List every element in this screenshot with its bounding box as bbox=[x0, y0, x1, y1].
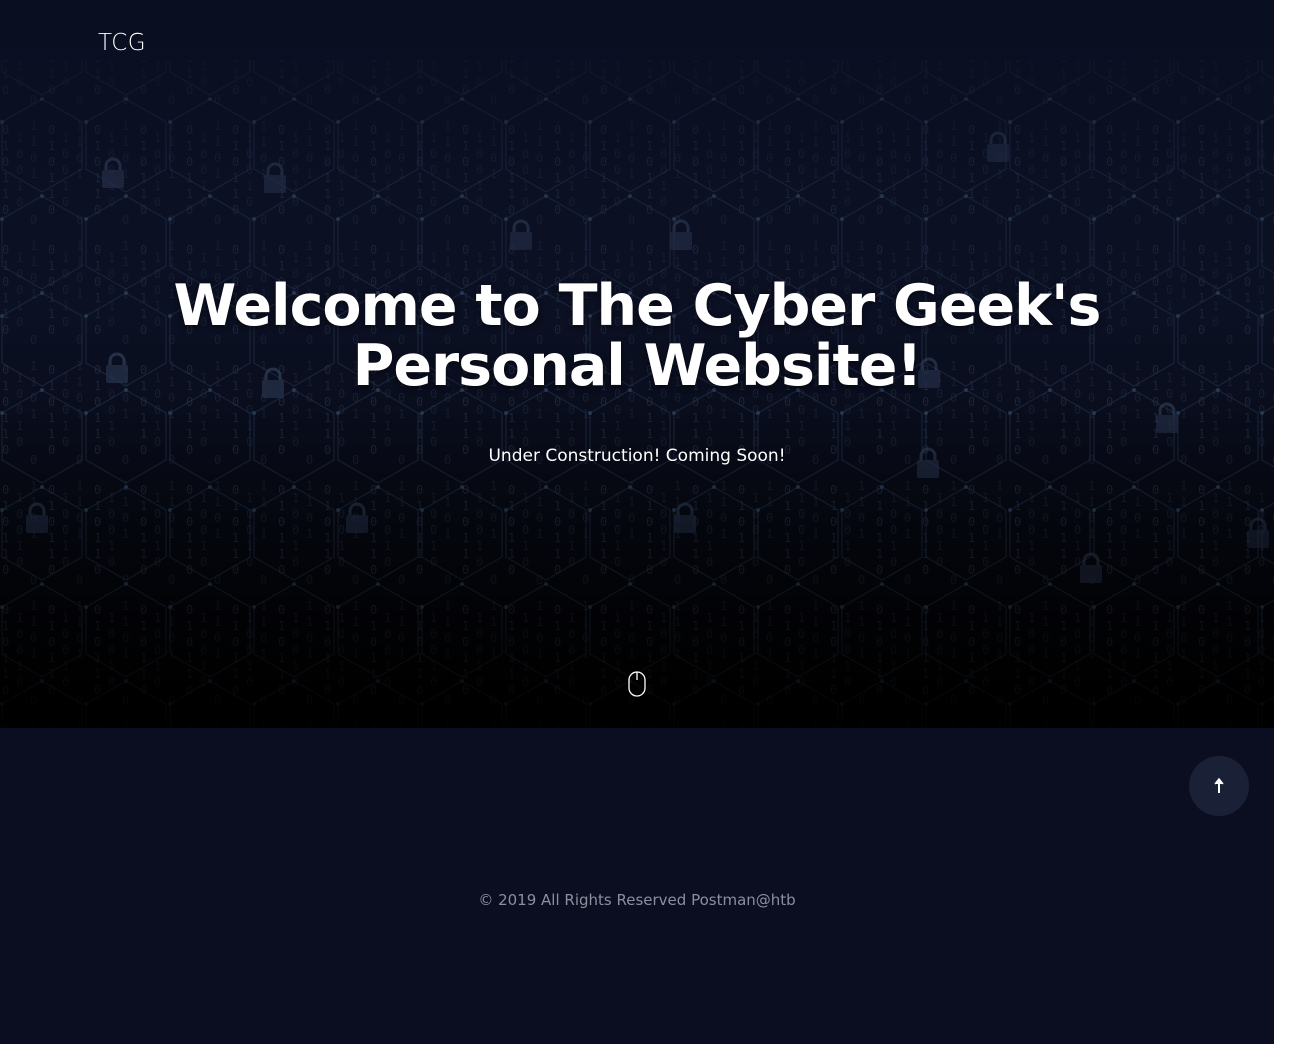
arrow-up-icon bbox=[1214, 777, 1224, 793]
back-to-top-button[interactable] bbox=[1189, 756, 1249, 816]
hero-title: Welcome to The Cyber Geek's Personal Web… bbox=[100, 276, 1174, 396]
footer-copyright: © 2019 All Rights Reserved Postman@htb bbox=[478, 891, 796, 909]
hero-title-line2: Personal Website! bbox=[352, 333, 923, 399]
mouse-scroll-icon[interactable] bbox=[628, 671, 646, 697]
hero-section: 0 1 0 1 1 0 1 0 0 1 0 1 1 0 1 0 bbox=[0, 0, 1274, 728]
site-logo[interactable]: TCG bbox=[98, 30, 146, 56]
hero-subtitle: Under Construction! Coming Soon! bbox=[488, 446, 786, 466]
scrollbar-track bbox=[1274, 0, 1289, 1044]
hero-title-line1: Welcome to The Cyber Geek's bbox=[173, 273, 1102, 339]
page-viewport: 0 1 0 1 1 0 1 0 0 1 0 1 1 0 1 0 bbox=[0, 0, 1274, 1044]
